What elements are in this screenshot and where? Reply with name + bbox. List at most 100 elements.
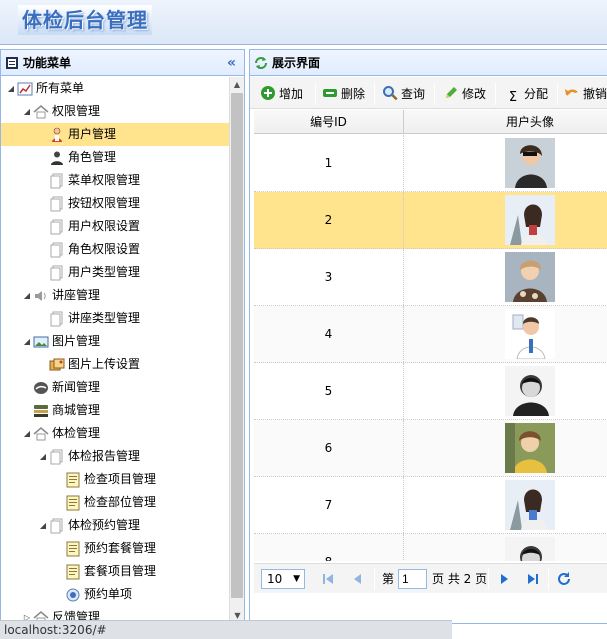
sum-icon: Σ xyxy=(508,90,518,105)
tree-node[interactable]: 检查项目管理 xyxy=(1,468,229,491)
tree-expanded-icon[interactable]: ◢ xyxy=(21,330,33,353)
tree-node[interactable]: 用户类型管理 xyxy=(1,261,229,284)
table-row[interactable]: 5 xyxy=(254,363,607,420)
pencil-icon xyxy=(446,87,457,98)
page-number-input[interactable] xyxy=(398,569,427,589)
table-row[interactable]: 8 xyxy=(254,534,607,561)
last-page-icon[interactable] xyxy=(525,571,541,587)
collapse-left-icon[interactable]: « xyxy=(227,50,236,76)
house-icon xyxy=(33,105,49,119)
tree-node-label: 检查项目管理 xyxy=(84,472,157,486)
page-prefix: 第 xyxy=(382,572,395,586)
pager-divider xyxy=(488,568,489,590)
tree-node-label: 用户权限设置 xyxy=(68,219,141,233)
table-row[interactable]: 6 xyxy=(254,420,607,477)
undo-label: 撤销 xyxy=(583,87,607,101)
cell-id: 7 xyxy=(254,477,404,533)
tree-expanded-icon[interactable]: ◢ xyxy=(21,284,33,307)
search-icon xyxy=(383,86,398,101)
grid-body: 12345678 xyxy=(254,135,607,561)
menu-tree: ◢ 所有菜单 ◢ 权限管理 用户管理 角色管理 菜单权限管理 按钮权限管理 用户权限设置 角色权限… xyxy=(1,77,229,623)
tree-node[interactable]: 预约单项 xyxy=(1,583,229,606)
tree-node[interactable]: 预约套餐管理 xyxy=(1,537,229,560)
query-label: 查询 xyxy=(401,87,426,101)
tree-node[interactable]: 按钮权限管理 xyxy=(1,192,229,215)
tree-node[interactable]: ◢ 所有菜单 xyxy=(1,77,229,100)
tree-node[interactable]: 用户管理 xyxy=(1,123,229,146)
tree-node-label: 角色管理 xyxy=(68,150,117,164)
table-row[interactable]: 3 xyxy=(254,249,607,306)
tree-expanded-icon[interactable]: ◢ xyxy=(37,514,49,537)
tree-node[interactable]: ◢ 体检报告管理 xyxy=(1,445,229,468)
radio-icon xyxy=(66,588,80,602)
undo-icon xyxy=(565,89,578,96)
images-icon xyxy=(49,358,65,371)
tree-node-label: 权限管理 xyxy=(52,104,101,118)
column-header-id[interactable]: 编号ID xyxy=(254,110,404,134)
tree-node[interactable]: 菜单权限管理 xyxy=(1,169,229,192)
tree-expanded-icon[interactable]: ◢ xyxy=(37,445,49,468)
cell-id: 1 xyxy=(254,135,404,191)
page-size-value: 10 xyxy=(267,572,283,586)
tree-node-label: 预约单项 xyxy=(84,587,133,601)
page-size-select[interactable]: 10 ▼ xyxy=(261,569,305,589)
tree-node[interactable]: 商城管理 xyxy=(1,399,229,422)
toolbar-divider xyxy=(557,83,558,105)
tree-node[interactable]: 用户权限设置 xyxy=(1,215,229,238)
assign-label: 分配 xyxy=(524,87,549,101)
delete-button[interactable]: 删除 xyxy=(322,84,365,104)
scroll-thumb[interactable] xyxy=(231,93,243,598)
tree-node-label: 体检管理 xyxy=(52,426,101,440)
user-avatar-image xyxy=(505,537,555,561)
edit-label: 修改 xyxy=(462,87,487,101)
reload-icon[interactable] xyxy=(556,571,572,587)
tree-node[interactable]: ◢ 图片管理 xyxy=(1,330,229,353)
table-row[interactable]: 2 xyxy=(254,192,607,249)
tree-node[interactable]: 套餐项目管理 xyxy=(1,560,229,583)
tree-node-label: 套餐项目管理 xyxy=(84,564,157,578)
toolbar-divider xyxy=(315,83,316,105)
chart-icon xyxy=(17,82,33,96)
delete-label: 删除 xyxy=(341,87,366,101)
column-header-avatar[interactable]: 用户头像 xyxy=(405,110,607,134)
tree-node[interactable]: 图片上传设置 xyxy=(1,353,229,376)
display-panel-header: 展示界面 xyxy=(250,50,607,76)
menu-panel-title: 功能菜单 xyxy=(23,56,72,70)
tree-node-label: 图片管理 xyxy=(52,334,101,348)
first-page-icon[interactable] xyxy=(320,571,336,587)
query-button[interactable]: 查询 xyxy=(382,84,425,104)
prev-page-icon[interactable] xyxy=(350,571,366,587)
picture-icon xyxy=(33,336,49,348)
undo-button[interactable]: 撤销 xyxy=(564,84,607,104)
assign-button[interactable]: Σ 分配 xyxy=(505,84,549,105)
tree-node-label: 用户类型管理 xyxy=(68,265,141,279)
edit-button[interactable]: 修改 xyxy=(443,84,486,104)
table-row[interactable]: 7 xyxy=(254,477,607,534)
tree-node[interactable]: ◢ 权限管理 xyxy=(1,100,229,123)
tree-expanded-icon[interactable]: ◢ xyxy=(21,100,33,123)
next-page-icon[interactable] xyxy=(496,571,512,587)
tree-node[interactable]: ◢ 体检管理 xyxy=(1,422,229,445)
toolbar-divider xyxy=(434,83,435,105)
tree-node[interactable]: ◢ 体检预约管理 xyxy=(1,514,229,537)
table-row[interactable]: 4 xyxy=(254,306,607,363)
tree-expanded-icon[interactable]: ◢ xyxy=(5,77,17,100)
scroll-up-icon[interactable]: ▲ xyxy=(230,77,244,92)
add-button[interactable]: 增加 xyxy=(260,84,303,104)
file-icon xyxy=(50,518,63,534)
tree-node[interactable]: ◢ 讲座管理 xyxy=(1,284,229,307)
book-icon xyxy=(6,57,18,69)
tree-node[interactable]: 检查部位管理 xyxy=(1,491,229,514)
tree-node[interactable]: 角色管理 xyxy=(1,146,229,169)
tree-expanded-icon[interactable]: ◢ xyxy=(21,422,33,445)
tree-node[interactable]: 讲座类型管理 xyxy=(1,307,229,330)
pagination: 10 ▼ 第 页 共 2 页 xyxy=(254,563,607,593)
user-avatar-image xyxy=(505,309,555,359)
cell-id: 6 xyxy=(254,420,404,476)
tree-node[interactable]: 角色权限设置 xyxy=(1,238,229,261)
table-row[interactable]: 1 xyxy=(254,135,607,192)
menu-scrollbar[interactable]: ▲ ▼ xyxy=(229,77,244,623)
tree-node-label: 体检报告管理 xyxy=(68,449,141,463)
tree-node[interactable]: 新闻管理 xyxy=(1,376,229,399)
file-icon xyxy=(50,265,63,281)
